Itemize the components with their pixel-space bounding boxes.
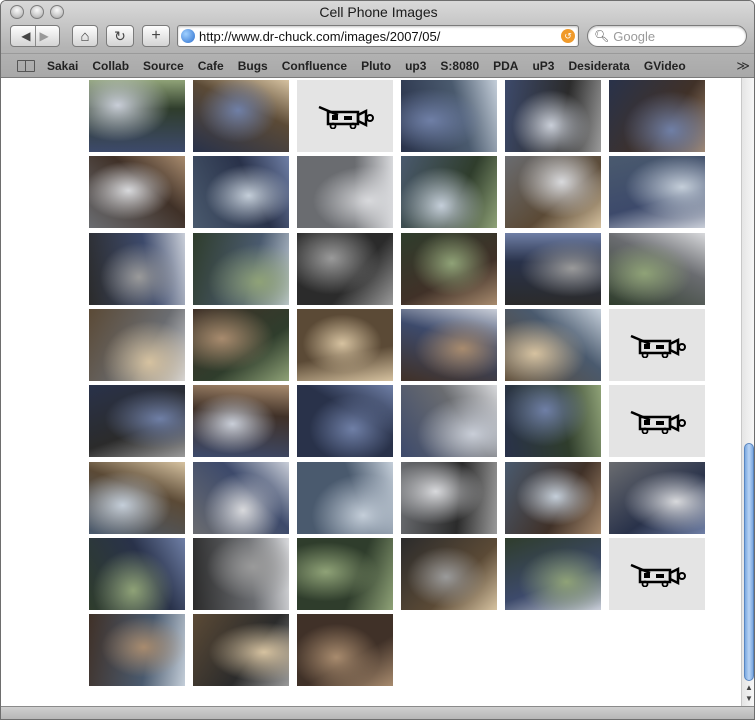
bookmark-confluence[interactable]: Confluence (282, 59, 347, 73)
search-input[interactable] (613, 28, 734, 44)
photo-thumbnail[interactable] (297, 538, 393, 610)
video-thumbnail[interactable] (297, 80, 393, 152)
bookmark-pluto[interactable]: Pluto (361, 59, 391, 73)
reload-icon: ↻ (114, 27, 126, 44)
bookmarks-bar: Sakai Collab Source Cafe Bugs Confluence Pluto… (1, 53, 754, 77)
photo-thumbnail[interactable] (193, 462, 289, 534)
photo-thumbnail[interactable] (89, 614, 185, 686)
vertical-scrollbar[interactable]: ▲ ▼ (741, 78, 754, 706)
photo-thumbnail[interactable] (297, 614, 393, 686)
bookmark-source[interactable]: Source (143, 59, 184, 73)
video-thumbnail[interactable] (609, 385, 705, 457)
photo-thumbnail[interactable] (89, 80, 185, 152)
photo-thumbnail[interactable] (401, 462, 497, 534)
photo-thumbnail[interactable] (505, 233, 601, 305)
photo-thumbnail[interactable] (505, 385, 601, 457)
plus-icon: + (151, 27, 161, 44)
photo-thumbnail[interactable] (297, 309, 393, 381)
photo-thumbnail[interactable] (297, 156, 393, 228)
photo-thumbnail[interactable] (297, 462, 393, 534)
photo-thumbnail[interactable] (297, 385, 393, 457)
browser-chrome: Cell Phone Images ◀ ▶ ⌂ ↻ + ↺ (1, 1, 754, 78)
photo-thumbnail[interactable] (193, 80, 289, 152)
video-thumbnail[interactable] (609, 309, 705, 381)
bookmark-s-8080[interactable]: S:8080 (440, 59, 479, 73)
back-icon[interactable]: ◀ (21, 29, 30, 43)
photo-thumbnail[interactable] (505, 156, 601, 228)
status-bar (1, 706, 754, 719)
reload-button[interactable]: ↻ (106, 25, 134, 47)
bookmark-bugs[interactable]: Bugs (238, 59, 268, 73)
bookmark-pda[interactable]: PDA (493, 59, 518, 73)
back-forward-divider (34, 26, 36, 46)
photo-thumbnail[interactable] (89, 385, 185, 457)
video-camera-icon (630, 563, 686, 587)
photo-thumbnail[interactable] (193, 538, 289, 610)
bookmark-up3[interactable]: uP3 (532, 59, 554, 73)
bookmark-up3[interactable]: up3 (405, 59, 426, 73)
photo-thumbnail[interactable] (297, 233, 393, 305)
photo-thumbnail[interactable] (89, 462, 185, 534)
video-camera-icon (630, 334, 686, 358)
scroll-down-icon[interactable]: ▼ (742, 694, 754, 706)
photo-thumbnail[interactable] (89, 233, 185, 305)
photo-thumbnail[interactable] (609, 462, 705, 534)
forward-icon[interactable]: ▶ (40, 29, 49, 43)
home-icon: ⌂ (80, 27, 90, 45)
title-bar: Cell Phone Images (1, 1, 754, 23)
window-title: Cell Phone Images (319, 4, 438, 20)
search-icon[interactable]: 🔍︎ (594, 29, 609, 43)
bookmark-sakai[interactable]: Sakai (47, 59, 78, 73)
video-camera-icon (630, 410, 686, 434)
browser-window: Cell Phone Images ◀ ▶ ⌂ ↻ + ↺ (0, 0, 755, 720)
photo-thumbnail[interactable] (193, 156, 289, 228)
bookmark-items: Sakai Collab Source Cafe Bugs Confluence Pluto… (47, 59, 700, 73)
video-thumbnail[interactable] (609, 538, 705, 610)
scrollbar-thumb[interactable] (744, 443, 754, 681)
photo-thumbnail[interactable] (401, 156, 497, 228)
page-content (1, 78, 741, 706)
photo-thumbnail[interactable] (401, 385, 497, 457)
photo-thumbnail[interactable] (609, 80, 705, 152)
photo-thumbnail[interactable] (193, 385, 289, 457)
video-camera-icon (318, 105, 374, 129)
bookmark-gvideo[interactable]: GVideo (644, 59, 686, 73)
photo-thumbnail[interactable] (401, 309, 497, 381)
add-bookmark-button[interactable]: + (142, 25, 170, 47)
photo-thumbnail[interactable] (193, 233, 289, 305)
photo-thumbnail[interactable] (401, 233, 497, 305)
search-field[interactable]: 🔍︎ (587, 25, 747, 47)
bookmark-desiderata[interactable]: Desiderata (568, 59, 629, 73)
globe-icon (181, 29, 195, 43)
photo-thumbnail[interactable] (193, 309, 289, 381)
photo-thumbnail[interactable] (609, 156, 705, 228)
home-button[interactable]: ⌂ (72, 25, 98, 47)
photo-thumbnail[interactable] (609, 233, 705, 305)
photo-thumbnail[interactable] (505, 538, 601, 610)
photo-thumbnail[interactable] (89, 156, 185, 228)
photo-thumbnail[interactable] (401, 80, 497, 152)
photo-thumbnail[interactable] (401, 538, 497, 610)
url-input[interactable] (199, 28, 561, 44)
photo-thumbnail[interactable] (89, 309, 185, 381)
bookmarks-book-icon[interactable] (17, 59, 35, 72)
snapback-icon[interactable]: ↺ (561, 29, 575, 43)
photo-thumbnail[interactable] (193, 614, 289, 686)
toolbar: ◀ ▶ ⌂ ↻ + ↺ 🔍︎ (1, 25, 754, 51)
bookmark-cafe[interactable]: Cafe (198, 59, 224, 73)
photo-thumbnail[interactable] (505, 462, 601, 534)
more-bookmarks-icon[interactable]: ≫ (736, 58, 750, 74)
photo-thumbnail[interactable] (505, 80, 601, 152)
back-forward-buttons: ◀ ▶ (10, 25, 60, 47)
address-bar[interactable]: ↺ (177, 25, 579, 47)
bookmark-collab[interactable]: Collab (92, 59, 129, 73)
photo-thumbnail[interactable] (89, 538, 185, 610)
photo-thumbnail[interactable] (505, 309, 601, 381)
